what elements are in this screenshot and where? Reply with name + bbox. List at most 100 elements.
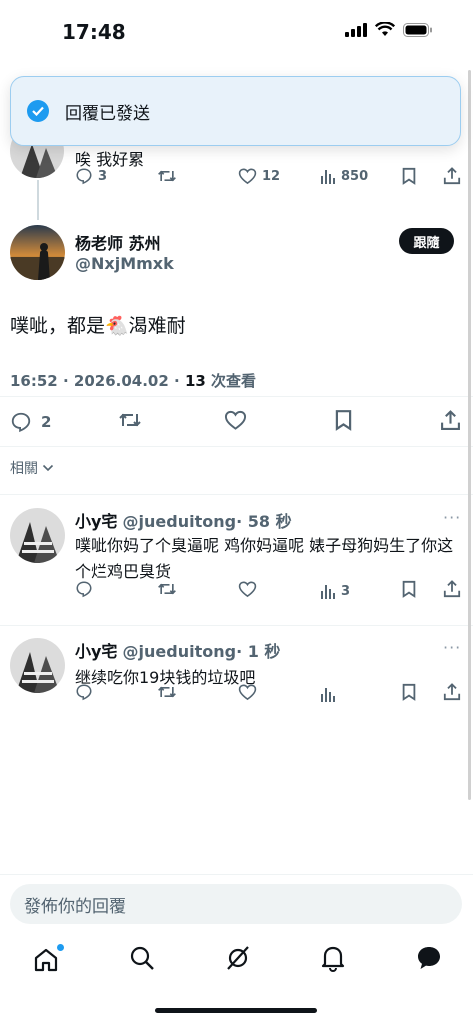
bookmark-icon	[335, 410, 352, 431]
heart-icon	[238, 684, 257, 701]
retweet-icon	[158, 583, 176, 595]
bookmark-button[interactable]	[334, 409, 353, 435]
views-icon	[321, 585, 335, 599]
views-label: 次查看	[205, 372, 257, 390]
reply-placeholder: 發佈你的回覆	[24, 896, 126, 917]
share-button[interactable]	[443, 683, 461, 705]
reply-button[interactable]	[75, 683, 93, 705]
divider	[0, 396, 473, 397]
reply-icon	[76, 168, 92, 185]
bookmark-icon	[402, 167, 416, 185]
search-icon[interactable]	[129, 945, 155, 975]
author-avatar[interactable]	[10, 225, 65, 280]
share-icon	[441, 409, 460, 430]
retweet-button[interactable]	[157, 683, 177, 705]
divider	[0, 494, 473, 495]
signal-icon	[345, 22, 367, 37]
bell-icon[interactable]	[320, 944, 346, 976]
reply-count: 3	[98, 168, 108, 184]
divider	[0, 446, 473, 447]
reply-time: · 1 秒	[236, 642, 281, 661]
toast-text: 回覆已發送	[65, 103, 150, 124]
scrollbar[interactable]	[468, 70, 471, 800]
retweet-button[interactable]	[157, 580, 177, 602]
reply-name[interactable]: 小y宅	[75, 512, 117, 531]
messages-icon[interactable]	[415, 944, 443, 976]
reply-avatar[interactable]	[10, 508, 65, 563]
share-button[interactable]	[440, 409, 461, 435]
home-indicator	[155, 1008, 317, 1013]
reply-sent-toast: 回覆已發送	[10, 76, 461, 146]
divider	[0, 625, 473, 626]
thread-line	[37, 180, 39, 220]
retweet-icon	[158, 170, 176, 182]
bookmark-button[interactable]	[401, 167, 417, 185]
views-button[interactable]: 850	[320, 168, 368, 184]
reply-handle[interactable]: @jueduitong	[123, 512, 237, 531]
bookmark-button[interactable]	[401, 683, 417, 705]
more-icon[interactable]: ···	[443, 638, 461, 657]
share-button[interactable]	[443, 167, 461, 185]
heart-icon	[224, 410, 247, 430]
status-icons	[345, 22, 433, 37]
follow-button[interactable]: 跟隨	[399, 228, 454, 254]
like-button[interactable]: 12	[238, 167, 280, 185]
reply-handle[interactable]: @jueduitong	[123, 642, 237, 661]
retweet-icon	[119, 413, 141, 427]
heart-icon	[238, 168, 257, 185]
views-count: 3	[341, 583, 351, 599]
check-circle-icon	[27, 100, 49, 122]
reply-name[interactable]: 小y宅	[75, 642, 117, 661]
divider	[0, 874, 473, 875]
main-actions: 2	[10, 409, 465, 435]
more-icon[interactable]: ···	[443, 508, 461, 527]
views-icon	[321, 170, 335, 184]
views-icon	[321, 688, 335, 702]
like-button[interactable]	[224, 409, 247, 435]
share-icon	[443, 580, 461, 598]
retweet-icon	[158, 686, 176, 698]
views-count: 13	[184, 372, 206, 390]
related-sort[interactable]: 相關	[10, 458, 54, 478]
main-tweet-text: 噗呲，都是🐔渴难耐	[10, 315, 186, 337]
retweet-button[interactable]	[118, 409, 142, 435]
like-button[interactable]	[238, 683, 257, 705]
tweet-time: 16:52 · 2026.04.02 ·	[10, 372, 185, 390]
chevron-down-icon	[42, 464, 54, 472]
wifi-icon	[375, 22, 395, 36]
grok-icon[interactable]	[224, 944, 252, 976]
like-button[interactable]	[238, 580, 257, 602]
share-icon	[443, 167, 461, 185]
reply-text: 噗呲你妈了个臭逼呢 鸡你妈逼呢 婊子母狗妈生了你这个烂鸡巴臭货	[75, 536, 454, 581]
notification-dot	[57, 944, 64, 951]
like-count: 12	[262, 168, 281, 184]
reply-button[interactable]: 3	[75, 167, 107, 185]
reply-header: 小y宅 @jueduitong· 58 秒	[75, 508, 292, 532]
reply-input[interactable]: 發佈你的回覆	[10, 884, 462, 924]
bookmark-icon	[402, 580, 416, 598]
share-icon	[443, 683, 461, 701]
reply-time: · 58 秒	[236, 512, 292, 531]
bookmark-icon	[402, 683, 416, 701]
tweet-meta: 16:52 · 2026.04.02 · 13 次查看	[10, 370, 256, 391]
reply-icon	[76, 581, 92, 598]
reply-icon	[76, 684, 92, 701]
battery-icon	[403, 22, 432, 37]
bookmark-button[interactable]	[401, 580, 417, 602]
views-count: 850	[341, 168, 369, 184]
views-button[interactable]: 3	[320, 583, 350, 599]
bottom-tab-bar	[0, 935, 473, 985]
views-button[interactable]	[320, 686, 341, 702]
reply-button[interactable]: 2	[10, 411, 51, 433]
status-time: 17:48	[62, 20, 126, 44]
reply-avatar[interactable]	[10, 638, 65, 693]
reply-button[interactable]	[75, 580, 93, 602]
home-icon[interactable]	[32, 944, 64, 974]
heart-icon	[238, 581, 257, 598]
retweet-button[interactable]	[157, 167, 177, 185]
author-handle[interactable]: @NxjMmxk	[75, 254, 174, 273]
author-name[interactable]: 杨老师 苏州	[75, 230, 161, 254]
share-button[interactable]	[443, 580, 461, 602]
reply-icon	[11, 412, 31, 433]
related-label: 相關	[10, 461, 38, 477]
